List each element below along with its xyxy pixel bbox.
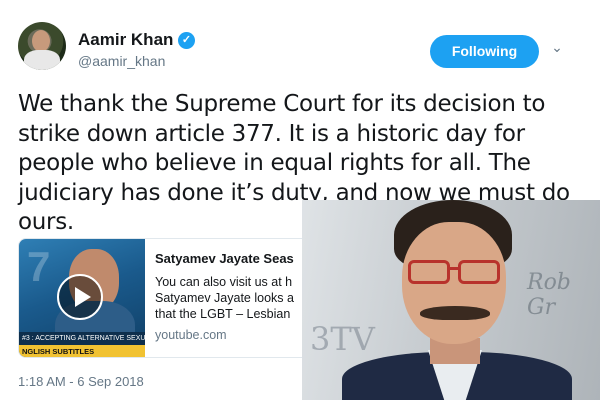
photo-background-signature: Rob Gr: [527, 270, 571, 320]
photo-background-text: 3TV: [310, 320, 375, 358]
thumbnail-subtitle-banner: NGLISH SUBTITLES: [19, 345, 145, 357]
chevron-down-icon[interactable]: ⌄: [549, 39, 565, 55]
profile-avatar[interactable]: [18, 22, 66, 70]
glasses-bridge: [448, 267, 460, 270]
play-icon[interactable]: [57, 274, 103, 320]
verified-checkmark-icon: ✓: [178, 32, 195, 49]
avatar-shirt: [24, 50, 60, 70]
portrait-photo: 3TV Rob Gr: [302, 200, 600, 400]
card-domain: youtube.com: [155, 328, 227, 342]
avatar-face: [32, 30, 50, 52]
following-button[interactable]: Following: [430, 35, 539, 68]
glasses-left-lens: [408, 260, 450, 284]
user-handle[interactable]: @aamir_khan: [78, 53, 165, 69]
card-description: You can also visit us at h Satyamev Jaya…: [155, 275, 294, 321]
display-name[interactable]: Aamir Khan: [78, 30, 173, 50]
card-title: Satyamev Jayate Seas: [155, 251, 294, 266]
card-body[interactable]: Satyamev Jayate Seas You can also visit …: [155, 251, 315, 342]
photo-mustache: [420, 306, 490, 320]
tweet-timestamp[interactable]: 1:18 AM - 6 Sep 2018: [18, 374, 144, 389]
thumbnail-logo: 7: [27, 243, 51, 290]
link-preview-card[interactable]: 7 #3 : ACCEPTING ALTERNATIVE SEXUALITIES…: [18, 238, 318, 358]
video-thumbnail[interactable]: 7 #3 : ACCEPTING ALTERNATIVE SEXUALITIES…: [19, 239, 145, 357]
thumbnail-caption: #3 : ACCEPTING ALTERNATIVE SEXUALITIES: [19, 332, 145, 345]
glasses-right-lens: [458, 260, 500, 284]
